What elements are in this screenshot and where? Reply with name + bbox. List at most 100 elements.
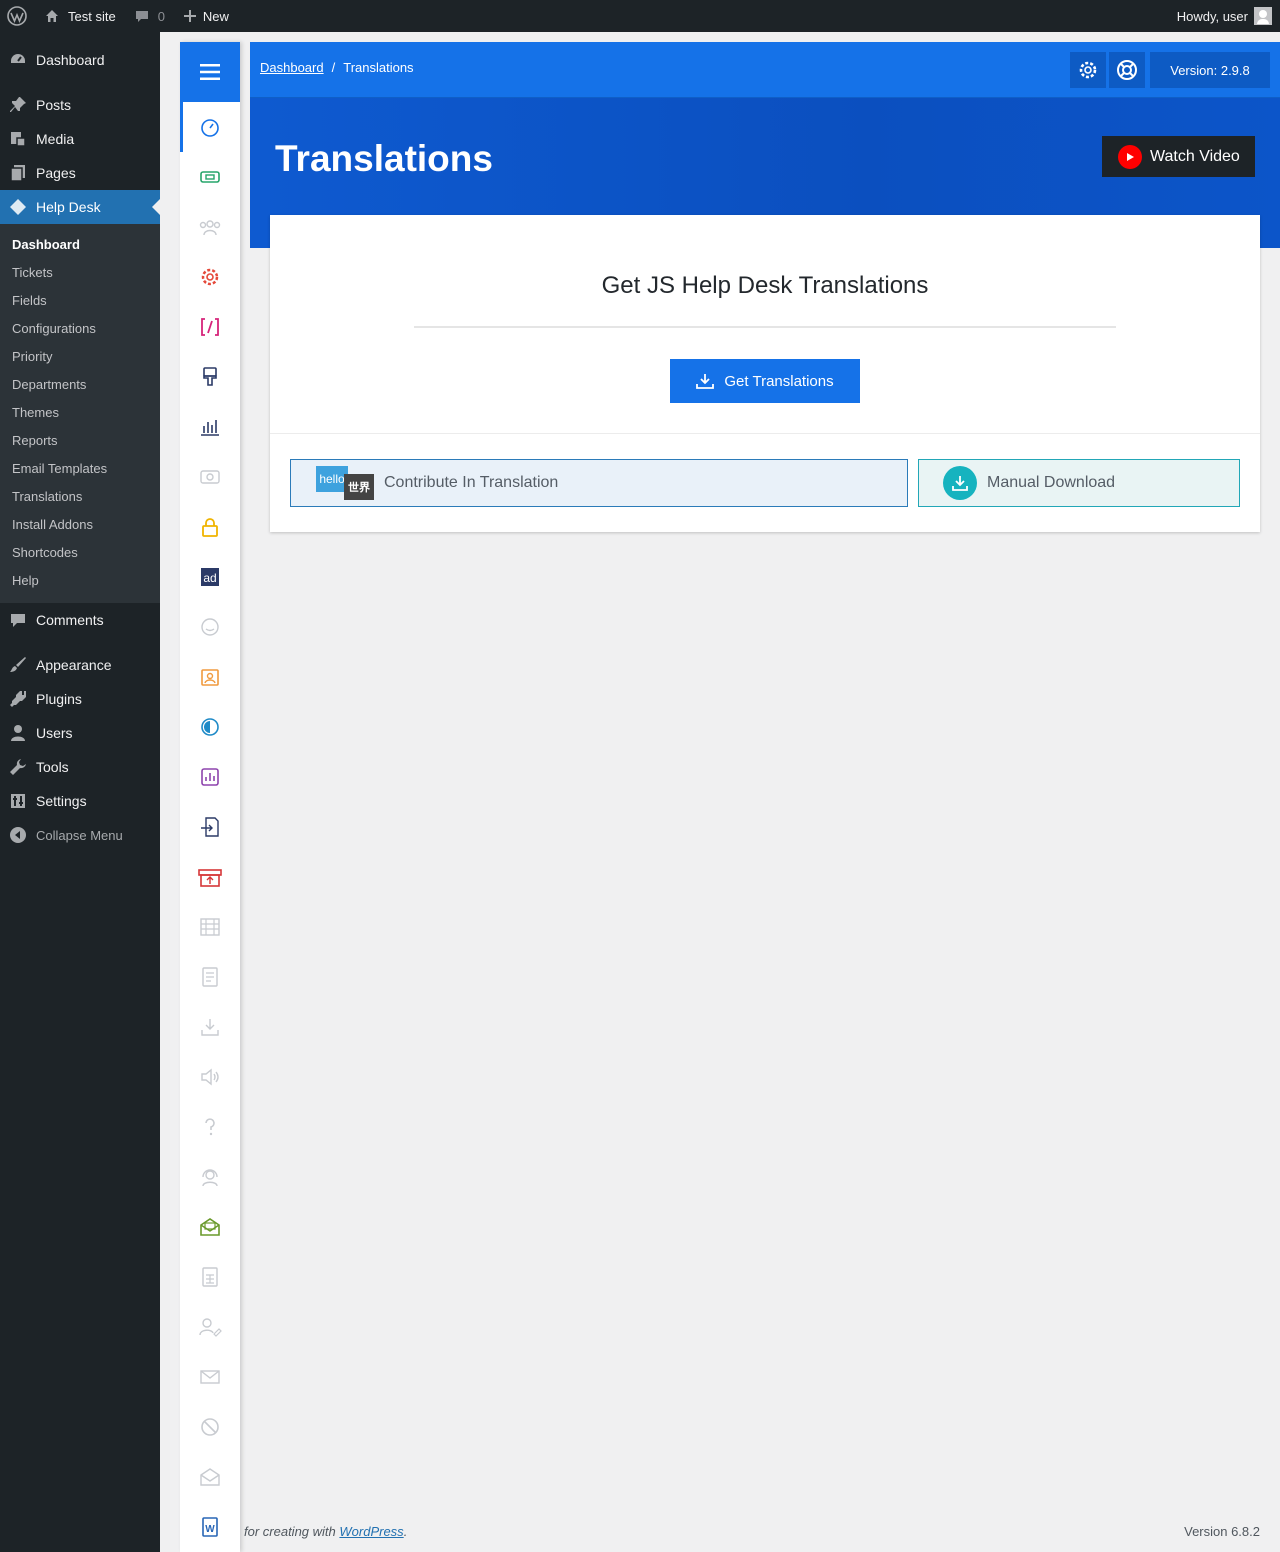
ban-icon: [201, 1418, 219, 1436]
submenu-fields[interactable]: Fields: [0, 287, 160, 315]
account-menu[interactable]: Howdy, user: [1177, 0, 1272, 32]
board-icon: [200, 918, 220, 936]
youtube-play-icon: [1118, 144, 1142, 169]
menu-tools[interactable]: Tools: [0, 750, 160, 784]
strip-theme-mode[interactable]: [180, 702, 240, 752]
get-translations-button[interactable]: Get Translations: [670, 359, 860, 403]
menu-dashboard[interactable]: Dashboard: [0, 43, 160, 77]
submenu-priority[interactable]: Priority: [0, 343, 160, 371]
strip-tickets[interactable]: [180, 152, 240, 202]
strip-feedback[interactable]: [180, 602, 240, 652]
contribute-label: Contribute In Translation: [384, 474, 559, 491]
breadcrumb-separator: /: [331, 60, 336, 75]
watch-video-button[interactable]: Watch Video: [1102, 136, 1255, 177]
strip-contact[interactable]: [180, 652, 240, 702]
strip-faqs[interactable]: [180, 1102, 240, 1152]
strip-configurations[interactable]: [180, 252, 240, 302]
mail-open-icon: [200, 1468, 220, 1486]
strip-support[interactable]: [180, 1152, 240, 1202]
manual-download-button[interactable]: Manual Download: [918, 459, 1240, 507]
collapse-menu-button[interactable]: Collapse Menu: [0, 818, 160, 852]
smiley-icon: [201, 618, 219, 636]
menu-plugins[interactable]: Plugins: [0, 682, 160, 716]
strip-mail-read[interactable]: [180, 1452, 240, 1502]
strip-announcements[interactable]: [180, 1052, 240, 1102]
avatar: [1254, 7, 1272, 25]
submenu-configurations[interactable]: Configurations: [0, 315, 160, 343]
wordpress-link[interactable]: WordPress: [339, 1524, 403, 1539]
speaker-icon: [201, 1068, 219, 1086]
watch-video-label: Watch Video: [1150, 147, 1240, 165]
envelope-icon: [200, 1370, 220, 1384]
media-icon: [8, 129, 28, 149]
strip-wordpress-docs[interactable]: W: [180, 1502, 240, 1552]
menu-help-desk[interactable]: Help Desk: [0, 190, 160, 224]
ad-icon: ad: [201, 568, 219, 586]
strip-invoices[interactable]: [180, 1252, 240, 1302]
submenu-help[interactable]: Help: [0, 567, 160, 595]
submenu-translations[interactable]: Translations: [0, 483, 160, 511]
plugin-topbar: Dashboard / Translations Version: 2.9.8: [250, 42, 1280, 98]
wrench-icon: [8, 757, 28, 777]
strip-user-permissions[interactable]: [180, 1302, 240, 1352]
strip-email-notifications[interactable]: [180, 1352, 240, 1402]
wordpress-logo-icon[interactable]: [0, 0, 34, 32]
new-label: New: [202, 8, 229, 24]
strip-archive[interactable]: [180, 852, 240, 902]
submenu-shortcodes[interactable]: Shortcodes: [0, 539, 160, 567]
strip-reports[interactable]: [180, 402, 240, 452]
strip-board[interactable]: [180, 902, 240, 952]
menu-posts[interactable]: Posts: [0, 88, 160, 122]
download-icon: [696, 374, 715, 389]
strip-downloads[interactable]: [180, 1002, 240, 1052]
lock-icon: [202, 518, 218, 537]
menu-media[interactable]: Media: [0, 122, 160, 156]
email-icon: [200, 470, 220, 484]
menu-comments[interactable]: Comments: [0, 603, 160, 637]
hamburger-icon: [200, 64, 220, 80]
strip-agents[interactable]: [180, 202, 240, 252]
strip-import[interactable]: [180, 802, 240, 852]
menu-pages[interactable]: Pages: [0, 156, 160, 190]
new-content-link[interactable]: New: [165, 0, 229, 32]
site-name-link[interactable]: Test site: [34, 0, 116, 32]
menu-users[interactable]: Users: [0, 716, 160, 750]
version-badge: Version: 2.9.8: [1150, 52, 1270, 88]
breadcrumb-home-link[interactable]: Dashboard: [260, 60, 324, 75]
help-desk-submenu: Dashboard Tickets Fields Configurations …: [0, 224, 160, 603]
strip-ads[interactable]: ad: [180, 552, 240, 602]
submenu-email-templates[interactable]: Email Templates: [0, 455, 160, 483]
contribute-translation-button[interactable]: hello 世界 Contribute In Translation: [290, 459, 908, 507]
document-icon: [202, 967, 218, 987]
submenu-departments[interactable]: Departments: [0, 371, 160, 399]
strip-email[interactable]: [180, 452, 240, 502]
get-translations-label: Get Translations: [724, 372, 834, 390]
settings-button[interactable]: [1070, 52, 1106, 88]
strip-shortcodes[interactable]: [180, 302, 240, 352]
comment-icon: [135, 11, 148, 22]
submenu-themes[interactable]: Themes: [0, 399, 160, 427]
svg-text:ad: ad: [203, 571, 216, 585]
gear-icon: [201, 268, 219, 286]
menu-settings[interactable]: Settings: [0, 784, 160, 818]
strip-security[interactable]: [180, 502, 240, 552]
submenu-install-addons[interactable]: Install Addons: [0, 511, 160, 539]
submenu-tickets[interactable]: Tickets: [0, 259, 160, 287]
footer-thanks: for creating with WordPress.: [244, 1524, 407, 1539]
strip-themes[interactable]: [180, 352, 240, 402]
admin-bar: Test site 0 New Howdy, user: [0, 0, 1280, 32]
support-button[interactable]: [1109, 52, 1145, 88]
strip-banned[interactable]: [180, 1402, 240, 1452]
gear-icon: [1079, 61, 1097, 79]
submenu-reports[interactable]: Reports: [0, 427, 160, 455]
submenu-dashboard[interactable]: Dashboard: [0, 231, 160, 259]
comments-link[interactable]: 0: [116, 0, 165, 32]
plugin-icon: [8, 689, 28, 709]
strip-analytics[interactable]: [180, 752, 240, 802]
menu-appearance[interactable]: Appearance: [0, 648, 160, 682]
strip-knowledge-base[interactable]: [180, 952, 240, 1002]
strip-mail-piping[interactable]: [180, 1202, 240, 1252]
menu-toggle-button[interactable]: [180, 42, 240, 102]
strip-dashboard[interactable]: [180, 102, 240, 152]
pin-icon: [8, 95, 28, 115]
